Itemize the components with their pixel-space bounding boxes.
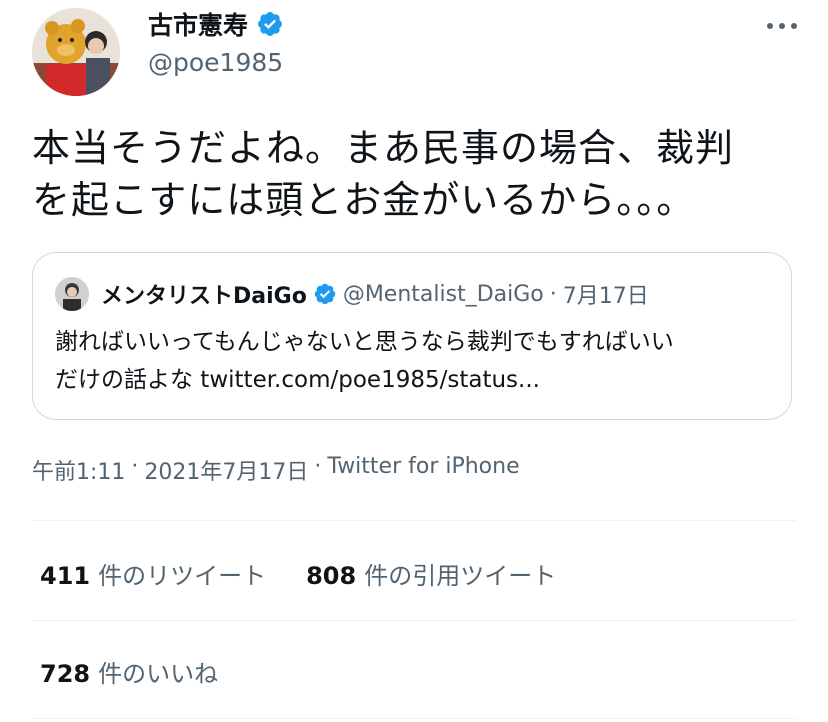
quotes-stat[interactable]: 808 件の引用ツイート xyxy=(306,556,596,591)
quote-header: メンタリストDaiGo @Mentalist_DaiGo · 7月17日 xyxy=(101,277,649,311)
verified-badge-icon xyxy=(314,283,336,305)
tweet-date[interactable]: 2021年7月17日 xyxy=(144,454,308,486)
likes-label: 件のいいね xyxy=(98,660,219,688)
quotes-label: 件の引用ツイート xyxy=(364,562,557,590)
meta-separator: · xyxy=(131,454,139,479)
quote-text: 謝ればいいってもんじゃないと思うなら裁判でもすればいい だけの話よな twitt… xyxy=(55,329,674,393)
meta-separator: · xyxy=(314,454,322,479)
divider xyxy=(32,620,796,621)
divider xyxy=(32,718,796,719)
quote-author-name[interactable]: メンタリストDaiGo xyxy=(101,278,307,310)
engagement-row: 411 件のリツイート 808 件の引用ツイート xyxy=(40,556,596,591)
quote-date[interactable]: 7月17日 xyxy=(563,278,649,310)
likes-row: 728 件のいいね xyxy=(40,654,258,689)
quotes-count: 808 xyxy=(306,562,357,590)
tweet-source[interactable]: Twitter for iPhone xyxy=(327,454,519,486)
tweet-text: 本当そうだよね。まあ民事の場合、裁判 を起こすには頭とお金がいるから。。。 xyxy=(32,126,735,222)
quote-tweet-card[interactable]: メンタリストDaiGo @Mentalist_DaiGo · 7月17日 謝れば… xyxy=(32,252,792,420)
quote-author-handle[interactable]: @Mentalist_DaiGo xyxy=(343,282,544,307)
author-name-row[interactable]: 古市憲寿 xyxy=(148,8,284,40)
author-handle[interactable]: @poe1985 xyxy=(148,48,283,77)
divider xyxy=(32,520,796,521)
verified-badge-icon xyxy=(258,12,282,36)
more-horizontal-icon[interactable] xyxy=(762,14,802,38)
retweets-label: 件のリツイート xyxy=(98,562,267,590)
tweet-meta: 午前1:11 · 2021年7月17日 · Twitter for iPhone xyxy=(32,454,520,486)
likes-count: 728 xyxy=(40,660,91,688)
quote-author-avatar[interactable] xyxy=(55,277,89,311)
author-avatar[interactable] xyxy=(32,8,120,96)
author-name[interactable]: 古市憲寿 xyxy=(148,6,248,42)
retweets-count: 411 xyxy=(40,562,91,590)
quote-separator: · xyxy=(549,281,557,307)
likes-stat[interactable]: 728 件のいいね xyxy=(40,654,258,689)
tweet-time[interactable]: 午前1:11 xyxy=(32,454,125,486)
retweets-stat[interactable]: 411 件のリツイート xyxy=(40,556,306,591)
